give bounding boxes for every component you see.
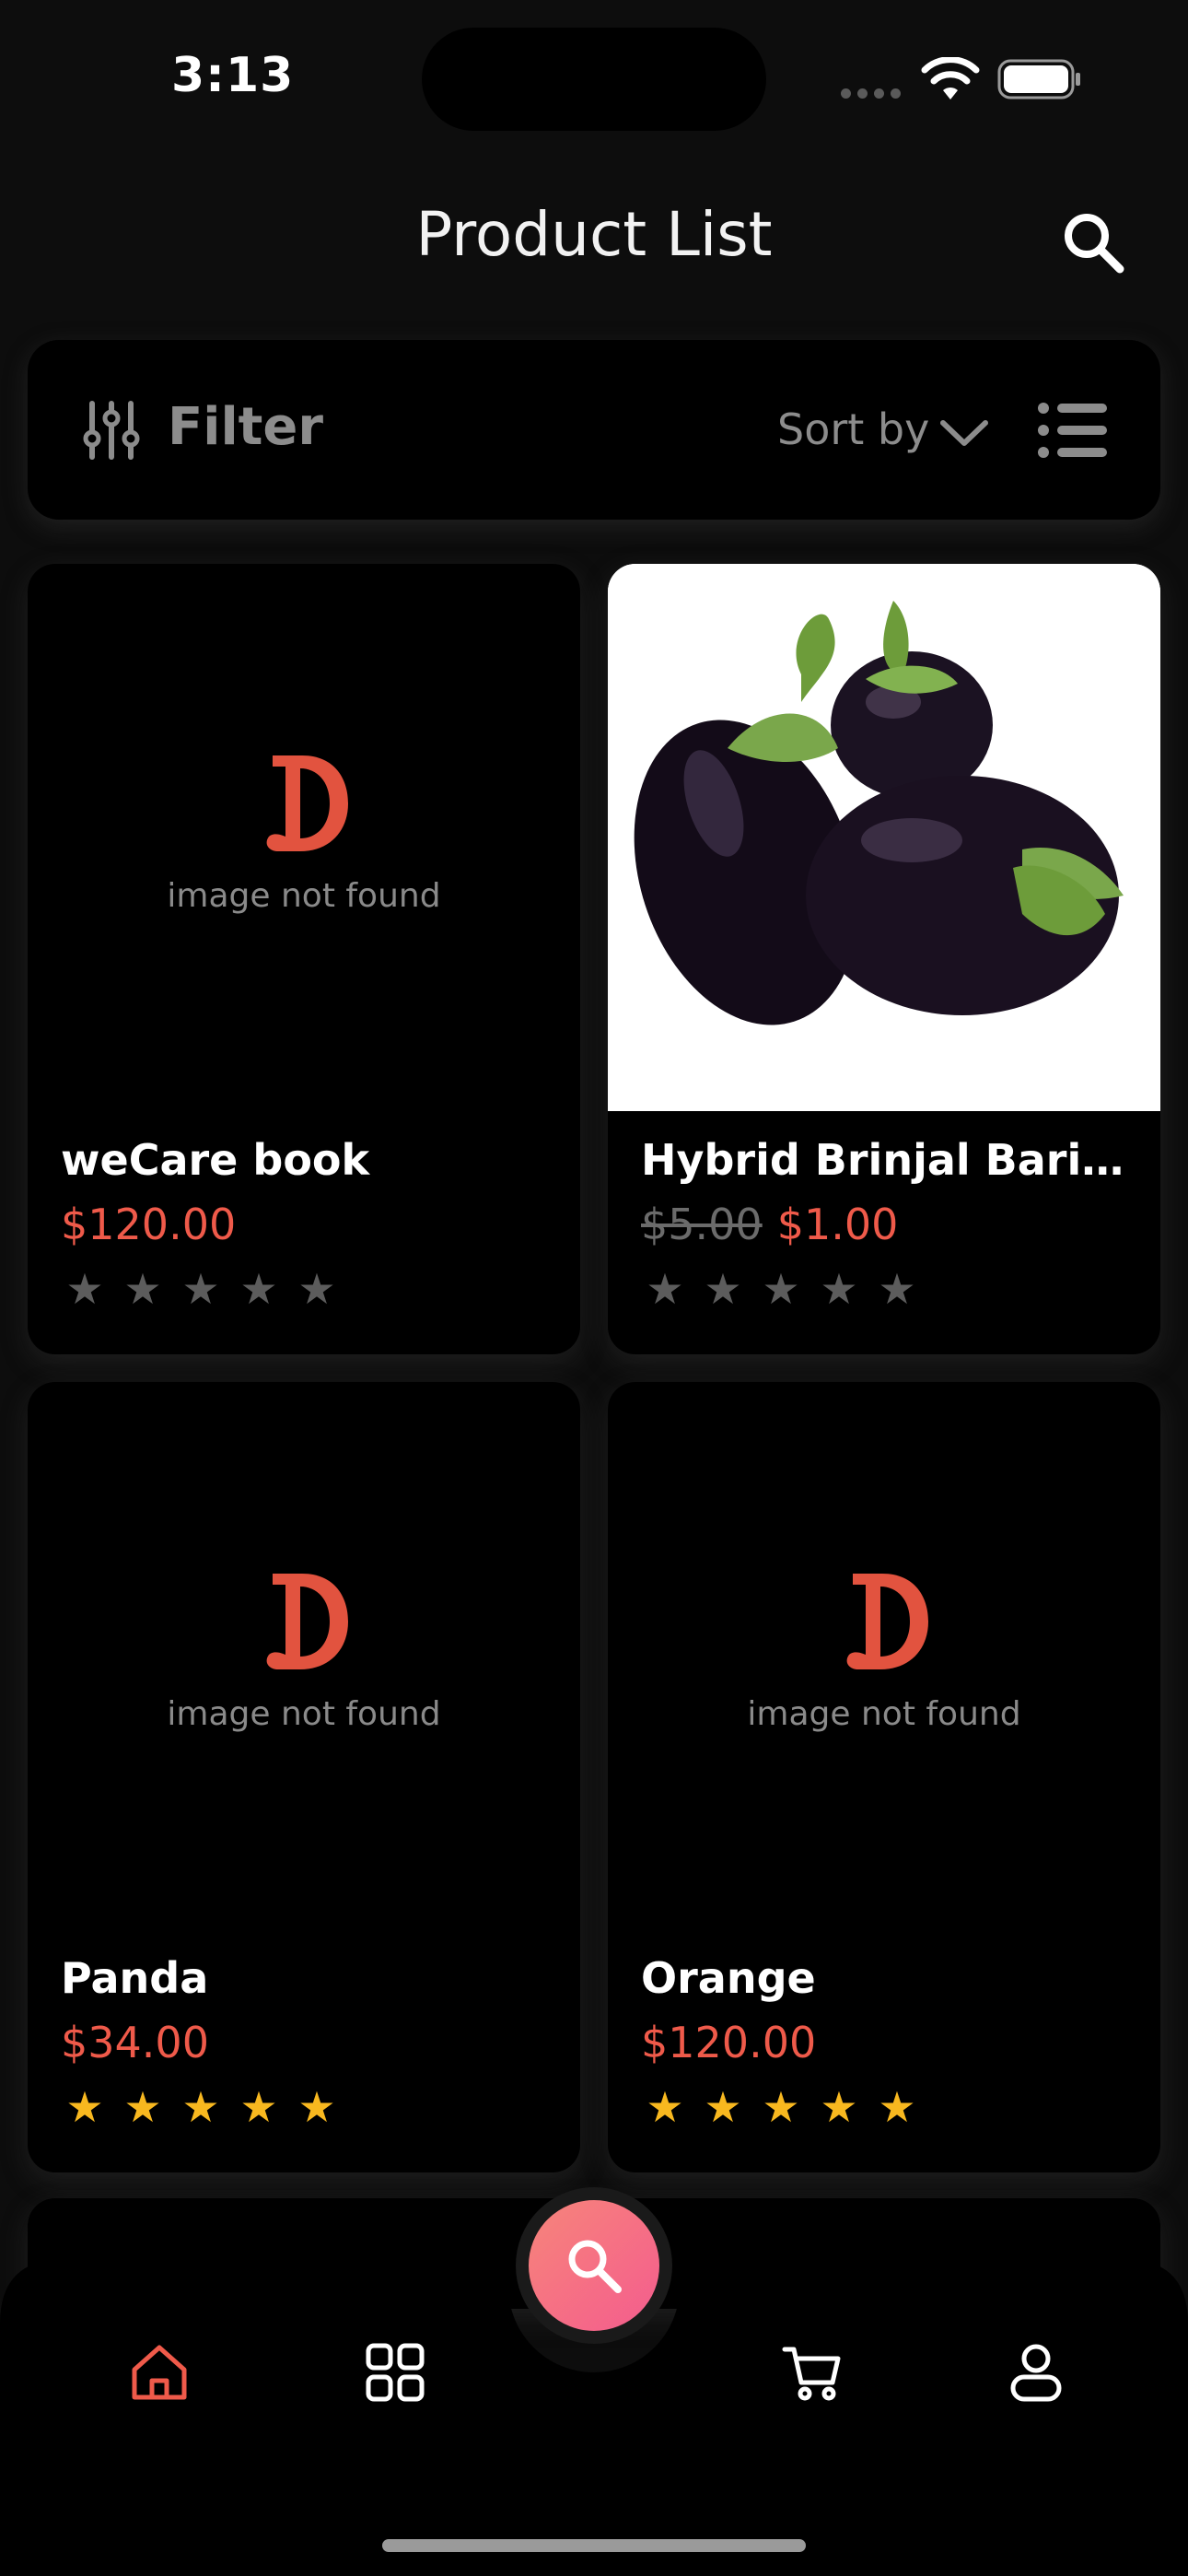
rating-stars: ★ ★ ★ ★ ★ [61, 2084, 351, 2130]
product-price: $5.00 $1.00 [641, 1200, 898, 1249]
image-not-found-text: image not found [167, 877, 441, 915]
star-icon: ★ [181, 2082, 220, 2132]
product-card[interactable]: image not found weCare book $120.00 ★ ★ ★ ★… [28, 564, 580, 1354]
brand-logo-icon [266, 755, 348, 851]
product-image-placeholder: image not found [608, 1382, 1160, 1929]
cellular-signal-icon [841, 85, 907, 102]
star-icon: ★ [762, 2082, 800, 2132]
star-icon: ★ [878, 1264, 916, 1314]
product-current-price: $1.00 [776, 1200, 899, 1249]
profile-icon[interactable] [1004, 2340, 1068, 2405]
image-not-found-text: image not found [167, 1695, 441, 1733]
product-current-price: $120.00 [61, 1200, 237, 1249]
product-price: $34.00 [61, 2018, 209, 2067]
star-icon: ★ [704, 1264, 742, 1314]
battery-icon [997, 59, 1080, 100]
star-icon: ★ [65, 1264, 104, 1314]
page-title: Product List [415, 199, 773, 270]
home-icon[interactable] [127, 2340, 192, 2405]
search-icon [568, 2240, 622, 2293]
dynamic-island [422, 28, 766, 131]
home-indicator [382, 2539, 806, 2552]
filter-bar: Filter Sort by [28, 340, 1160, 520]
product-image-placeholder: image not found [28, 1382, 580, 1929]
product-image [608, 564, 1160, 1111]
status-bar: 3:13 [0, 0, 1188, 157]
star-icon: ★ [297, 1264, 336, 1314]
product-current-price: $34.00 [61, 2018, 209, 2067]
image-not-found-text: image not found [747, 1695, 1021, 1733]
star-icon: ★ [704, 2082, 742, 2132]
product-original-price: $5.00 [641, 1200, 763, 1249]
star-icon: ★ [65, 2082, 104, 2132]
product-card[interactable]: Hybrid Brinjal Bari-2 ... $5.00 $1.00 ★ ★ ★… [608, 564, 1160, 1354]
star-icon: ★ [820, 1264, 858, 1314]
rating-stars: ★ ★ ★ ★ ★ [641, 1266, 931, 1312]
rating-stars: ★ ★ ★ ★ ★ [641, 2084, 931, 2130]
rating-stars: ★ ★ ★ ★ ★ [61, 1266, 351, 1312]
product-price: $120.00 [61, 1200, 236, 1249]
star-icon: ★ [762, 1264, 800, 1314]
star-icon: ★ [123, 2082, 162, 2132]
sliders-icon[interactable] [83, 400, 140, 461]
product-image-placeholder: image not found [28, 564, 580, 1111]
cart-icon[interactable] [781, 2340, 845, 2405]
star-icon: ★ [820, 2082, 858, 2132]
product-name: weCare book [61, 1135, 370, 1185]
chevron-down-icon[interactable] [938, 414, 991, 451]
star-icon: ★ [123, 1264, 162, 1314]
product-card[interactable]: image not found Panda $34.00 ★ ★ ★ ★ ★ [28, 1382, 580, 2172]
product-card[interactable]: image not found Orange $120.00 ★ ★ ★ ★ ★ [608, 1382, 1160, 2172]
star-icon: ★ [239, 1264, 278, 1314]
wifi-icon [921, 57, 980, 100]
search-icon[interactable] [1059, 208, 1127, 276]
sort-by-button[interactable]: Sort by [777, 404, 929, 454]
list-view-icon[interactable] [1037, 401, 1107, 460]
brinjal-image [608, 564, 1160, 1111]
categories-icon[interactable] [363, 2340, 427, 2405]
star-icon: ★ [297, 2082, 336, 2132]
product-name: Orange [641, 1953, 816, 2003]
filter-button[interactable]: Filter [168, 397, 323, 457]
brand-logo-icon [846, 1574, 928, 1669]
star-icon: ★ [239, 2082, 278, 2132]
star-icon: ★ [878, 2082, 916, 2132]
product-name: Panda [61, 1953, 209, 2003]
star-icon: ★ [181, 1264, 220, 1314]
product-current-price: $120.00 [641, 2018, 817, 2067]
search-fab-button[interactable] [516, 2187, 672, 2344]
product-price: $120.00 [641, 2018, 816, 2067]
status-time: 3:13 [171, 48, 295, 103]
star-icon: ★ [646, 1264, 684, 1314]
star-icon: ★ [646, 2082, 684, 2132]
product-name: Hybrid Brinjal Bari-2 ... [641, 1135, 1138, 1185]
brand-logo-icon [266, 1574, 348, 1669]
